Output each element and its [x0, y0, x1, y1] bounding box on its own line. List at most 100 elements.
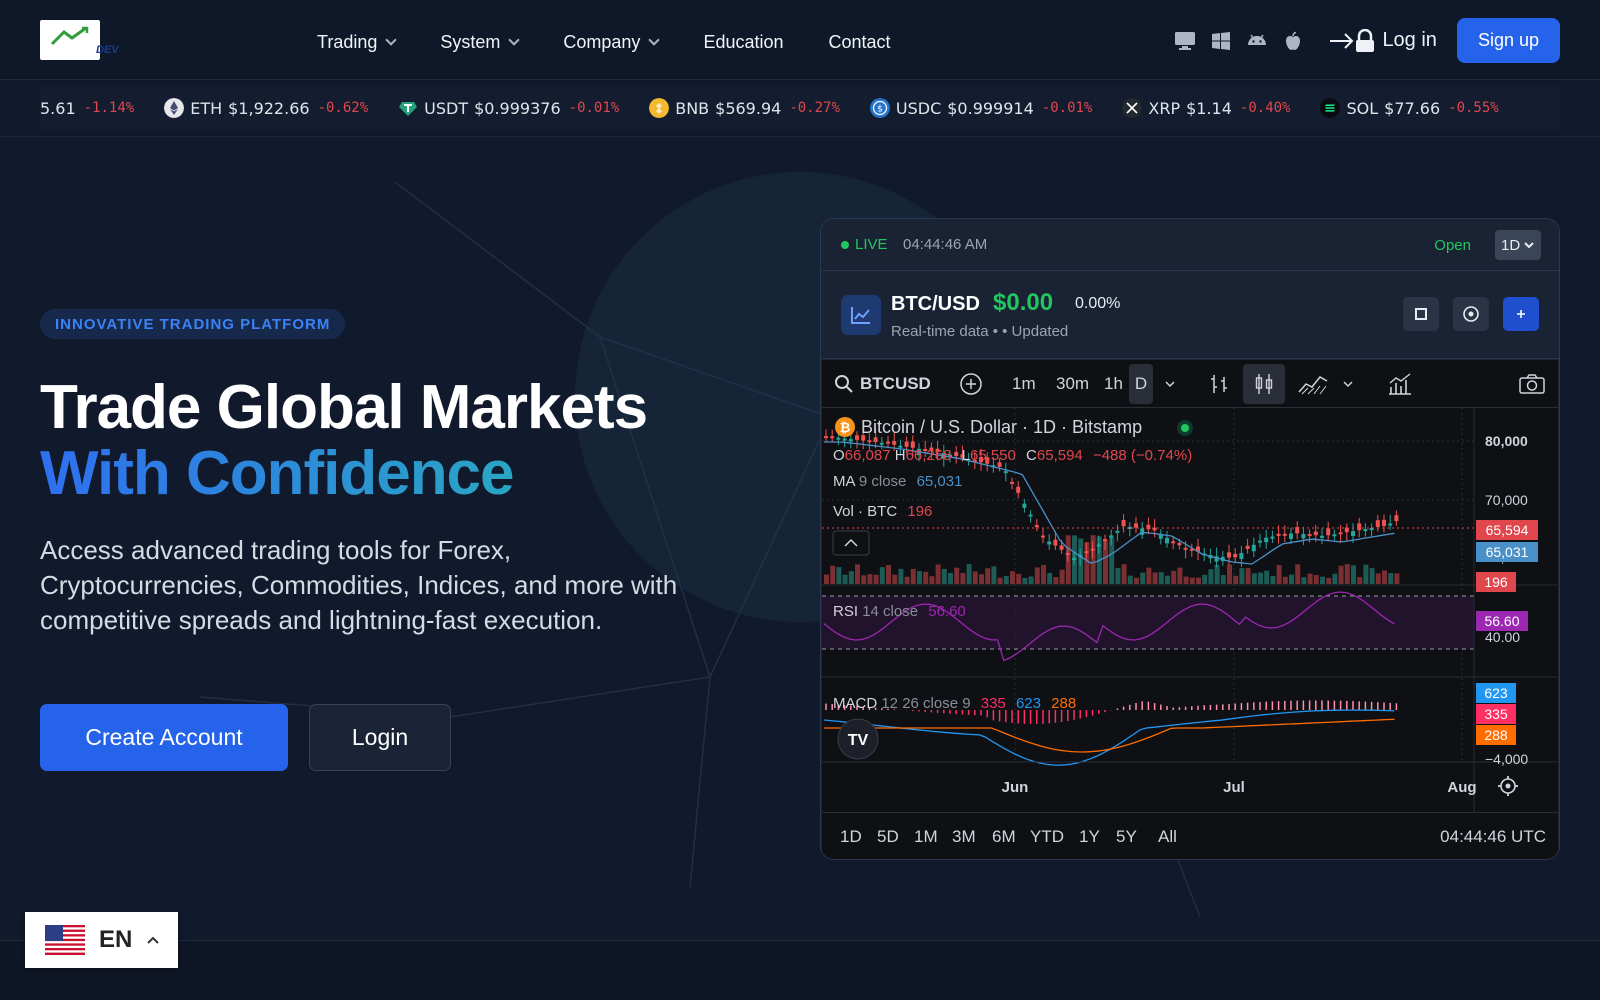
volume-bar: [948, 572, 953, 584]
volume-bar: [1003, 575, 1009, 584]
utc-time[interactable]: 04:44:46 UTC: [1440, 827, 1546, 847]
target-button[interactable]: [1453, 297, 1489, 331]
nav-contact[interactable]: Contact: [829, 30, 891, 54]
signup-button[interactable]: Sign up: [1456, 18, 1560, 63]
ticker-item[interactable]: ETH $1,922.66 -0.62%: [164, 98, 368, 118]
range-5d[interactable]: 5D: [877, 827, 899, 847]
range-1y[interactable]: 1Y: [1079, 827, 1100, 847]
interval-1m[interactable]: 1m: [1012, 374, 1036, 394]
macd-legend: MACD 12 26 close 9 335 623 288: [833, 695, 1076, 712]
candle-body: [1351, 531, 1355, 537]
ticker-item[interactable]: $ USDC $0.999914 -0.01%: [869, 98, 1092, 118]
nav-education[interactable]: Education: [703, 30, 783, 54]
interval-d[interactable]: D: [1129, 364, 1153, 404]
add-compare-icon[interactable]: [959, 372, 983, 396]
range-3m[interactable]: 3M: [952, 827, 976, 847]
candle-body: [1134, 523, 1138, 528]
create-account-button[interactable]: Create Account: [40, 704, 288, 771]
camera-icon[interactable]: [1518, 373, 1546, 395]
windows-icon[interactable]: [1210, 31, 1232, 51]
candle-body: [1307, 534, 1312, 537]
square-button[interactable]: [1403, 297, 1439, 331]
volume-bar: [836, 567, 842, 584]
candle-body: [1072, 558, 1076, 560]
hero-badge: INNOVATIVE TRADING PLATFORM: [40, 309, 346, 339]
indicators-icon[interactable]: [1387, 372, 1413, 396]
ticker-item[interactable]: 5.61 -1.14%: [40, 99, 134, 118]
volume-bar: [985, 568, 991, 584]
ticker-item[interactable]: USDT $0.999376 -0.01%: [398, 98, 619, 118]
range-5y[interactable]: 5Y: [1116, 827, 1137, 847]
svg-text:$: $: [877, 105, 883, 115]
ticker-item[interactable]: XRP $1.14 -0.40%: [1122, 98, 1290, 118]
nav-right: Log in Sign up: [1174, 18, 1560, 63]
interval-30m[interactable]: 30m: [1056, 374, 1089, 394]
login-link[interactable]: Log in: [1328, 28, 1437, 53]
ticker-change: -1.14%: [83, 100, 135, 116]
range-1m[interactable]: 1M: [914, 827, 938, 847]
candle-body: [830, 436, 835, 439]
chevron-down-icon[interactable]: [1164, 380, 1176, 388]
nav-trading[interactable]: Trading: [317, 30, 398, 54]
range-6m[interactable]: 6M: [992, 827, 1016, 847]
site-logo[interactable]: DEV: [40, 20, 119, 60]
volume-bar: [1382, 570, 1387, 584]
nav-company[interactable]: Company: [563, 30, 661, 54]
gear-icon[interactable]: [1498, 776, 1518, 796]
search-icon[interactable]: [834, 374, 854, 394]
desktop-icon[interactable]: [1174, 31, 1196, 51]
chevron-down-icon: [508, 34, 521, 46]
volume-bar: [1158, 572, 1164, 584]
candles-style-button[interactable]: [1243, 364, 1285, 404]
range-ytd[interactable]: YTD: [1030, 827, 1064, 847]
chevron-down-icon: [648, 34, 661, 46]
ticker-symbol: USDT: [424, 98, 469, 118]
volume-bar: [1394, 573, 1400, 584]
candle-body: [1010, 481, 1014, 484]
volume-bar: [972, 571, 978, 584]
volume-legend: Vol · BTC 196: [833, 503, 932, 520]
volume-bar: [1028, 576, 1034, 584]
candle-body: [1282, 533, 1287, 536]
candle-body: [1115, 530, 1120, 533]
language-selector[interactable]: EN: [25, 912, 178, 968]
candle-body: [867, 440, 872, 443]
volume-bar: [1034, 567, 1040, 584]
macd-signal-tag-text: 288: [1484, 727, 1508, 743]
ticker-price: $0.999376: [474, 98, 561, 118]
live-label: LIVE: [855, 236, 888, 253]
ohlc-legend: O66,087 H66,268 L65,550 C65,594 −488 (−0…: [833, 447, 1192, 464]
ticker-item[interactable]: BNB $569.94 -0.27%: [649, 98, 840, 118]
candle-body: [824, 436, 828, 439]
collapse-legend-button[interactable]: [832, 530, 870, 556]
interval-1h[interactable]: 1h: [1104, 374, 1123, 394]
android-icon[interactable]: [1246, 31, 1268, 51]
volume-bar: [1121, 564, 1127, 584]
volume-bar: [1239, 568, 1245, 584]
candle-body: [1227, 552, 1231, 558]
bars-style-icon[interactable]: [1207, 372, 1231, 396]
area-style-icon[interactable]: [1298, 372, 1328, 396]
ticker-item[interactable]: SOL $77.66 -0.55%: [1320, 98, 1499, 118]
chevron-down-icon: [385, 34, 398, 46]
apple-icon[interactable]: [1282, 31, 1304, 51]
login-button[interactable]: Login: [309, 704, 451, 771]
timeframe-select[interactable]: 1D: [1495, 230, 1541, 260]
range-all[interactable]: All: [1158, 827, 1177, 847]
add-button[interactable]: [1503, 297, 1539, 331]
volume-bar: [1251, 573, 1257, 584]
volume-bar: [1282, 576, 1288, 584]
chart-plot-area[interactable]: ₿ Bitcoin / U.S. Dollar · 1D · Bitstamp …: [822, 408, 1558, 812]
volume-bar: [861, 575, 867, 584]
chevron-down-icon[interactable]: [1342, 380, 1354, 388]
volume-bar: [867, 574, 873, 584]
square-icon: [1415, 308, 1427, 320]
chart-symbol[interactable]: BTCUSD: [860, 374, 931, 394]
candle-body: [1034, 525, 1039, 528]
nav-system[interactable]: System: [440, 30, 521, 54]
range-1d[interactable]: 1D: [840, 827, 862, 847]
ticker-change: -0.01%: [568, 100, 620, 116]
pair-subtitle: Real-time data • • Updated: [891, 323, 1069, 340]
volume-bar: [1165, 575, 1170, 584]
ticker-symbol: BNB: [675, 98, 710, 118]
